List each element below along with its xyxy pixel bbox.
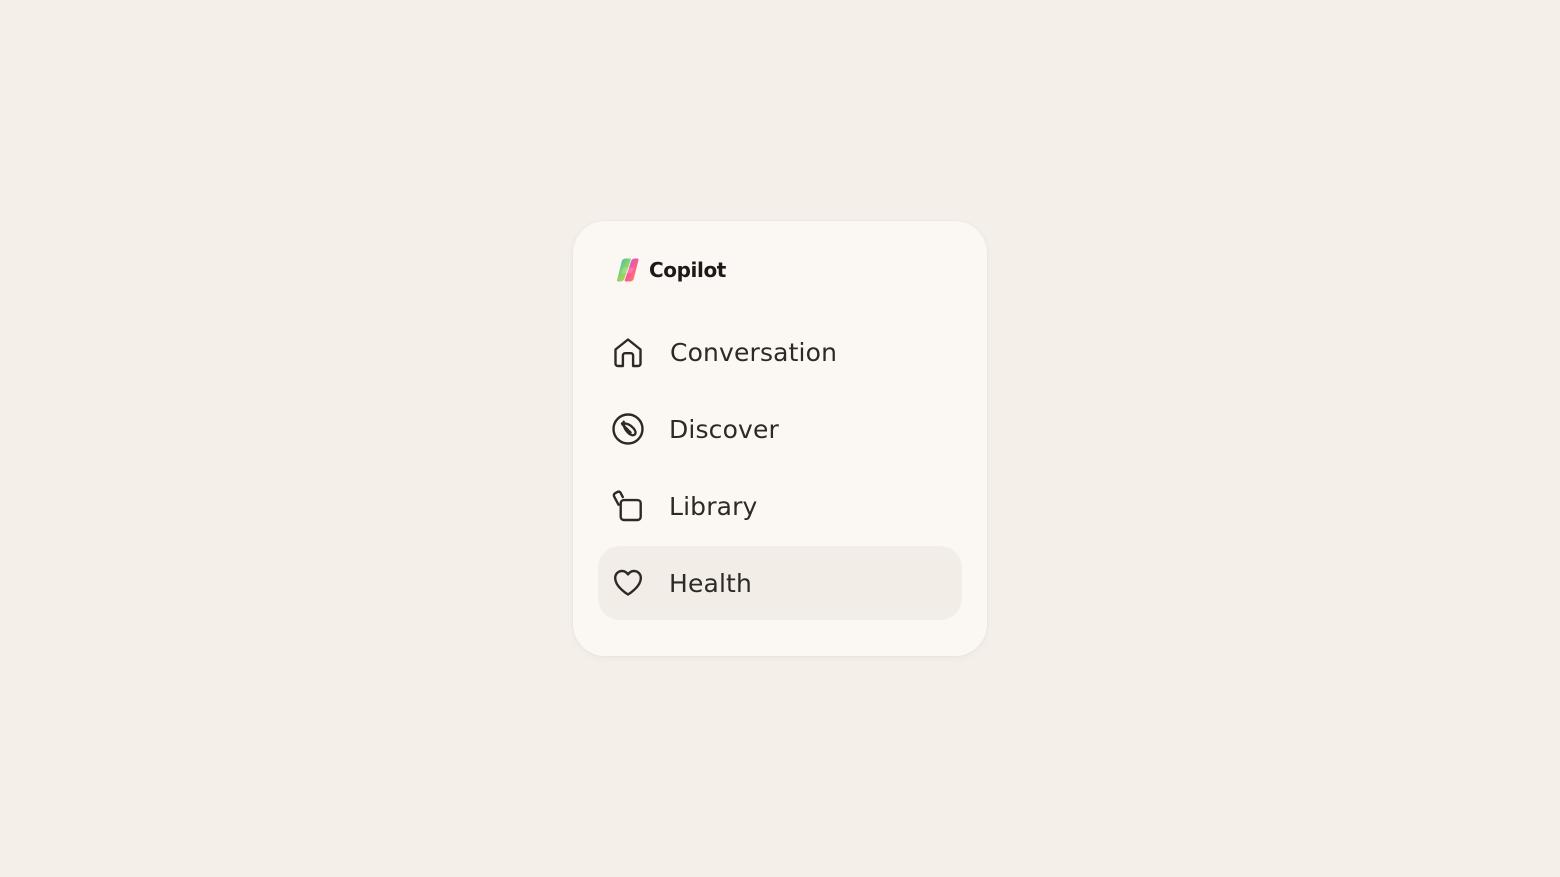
nav-item-label: Conversation — [670, 337, 838, 367]
copilot-logo-icon — [617, 258, 639, 282]
nav-item-label: Library — [669, 491, 758, 521]
sidebar-nav: Conversation Discover Library Health — [598, 315, 962, 620]
nav-item-conversation[interactable]: Conversation — [598, 315, 962, 389]
nav-item-health[interactable]: Health — [598, 546, 962, 620]
copilot-menu-panel: Copilot Conversation Discover Library He… — [573, 221, 987, 656]
nav-item-label: Health — [669, 568, 752, 598]
library-icon — [611, 489, 645, 523]
nav-item-discover[interactable]: Discover — [598, 392, 962, 466]
heart-icon — [611, 566, 645, 600]
brand-name: Copilot — [649, 258, 726, 282]
nav-item-library[interactable]: Library — [598, 469, 962, 543]
brand: Copilot — [615, 256, 726, 284]
home-icon — [611, 335, 645, 369]
nav-item-label: Discover — [669, 414, 779, 444]
compass-icon — [611, 412, 645, 446]
